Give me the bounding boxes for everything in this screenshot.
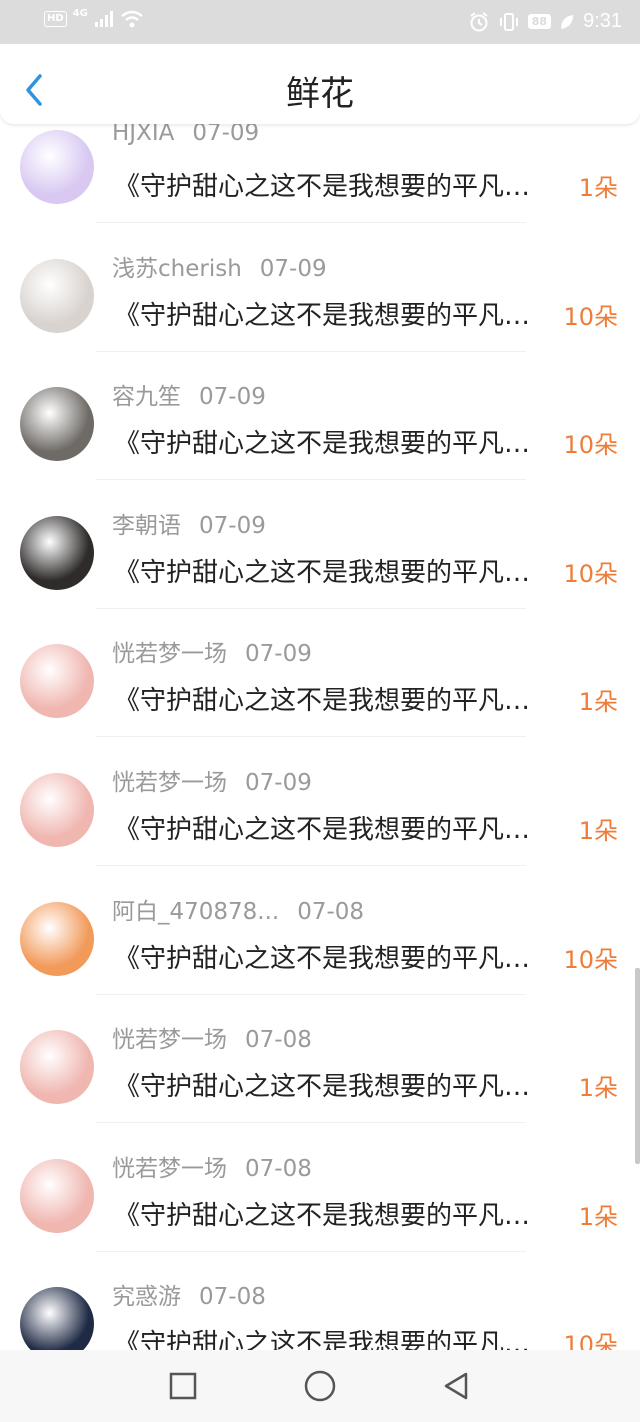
system-nav-bar — [0, 1350, 640, 1422]
vibrate-icon — [499, 12, 518, 31]
item-date: 07-08 — [297, 898, 365, 925]
circle-icon[interactable] — [302, 1368, 338, 1404]
item-date: 07-08 — [199, 1284, 266, 1311]
user-name[interactable]: HJXIA — [112, 124, 174, 146]
triangle-back-icon[interactable] — [440, 1370, 472, 1402]
leaf-icon — [561, 14, 574, 29]
book-title: 《守护甜心之这不是我想要的平凡生活》 — [114, 557, 544, 588]
network-label: 4G — [72, 7, 88, 19]
clock: 9:31 — [583, 10, 622, 32]
item-date: 07-08 — [245, 1155, 312, 1182]
list-item[interactable]: 浅苏cherish 07-09 《守护甜心之这不是我想要的平凡生活》 10朵 — [0, 223, 640, 352]
list-item[interactable]: 恍若梦一场 07-08 《守护甜心之这不是我想要的平凡生活》 1朵 — [0, 994, 640, 1124]
flower-list-inner: HJXIA 07-09 《守护甜心之这不是我想要的平凡生活》 1朵 浅苏cherish 0… — [0, 124, 640, 1350]
flower-count: 1朵 — [578, 174, 618, 202]
list-item[interactable]: 恍若梦一场 07-09 《守护甜心之这不是我想要的平凡生活》 1朵 — [0, 608, 640, 738]
item-date: 07-09 — [245, 641, 312, 668]
item-meta: 恍若梦一场 07-08 — [112, 1020, 312, 1054]
book-title: 《守护甜心之这不是我想要的平凡生活》 — [114, 429, 544, 460]
item-meta: 浅苏cherish 07-09 — [112, 249, 327, 283]
app-header: 鲜花 — [0, 44, 640, 124]
item-meta: 李朝语 07-09 — [112, 506, 266, 540]
list-item[interactable]: 究惑游 07-08 《守护甜心之这不是我想要的平凡生活》 10朵 — [0, 1251, 640, 1350]
avatar[interactable] — [20, 387, 94, 462]
scrollbar[interactable] — [635, 968, 640, 1164]
flower-count: 1朵 — [578, 816, 618, 845]
battery-level: 88 — [527, 14, 552, 29]
list-item[interactable]: 恍若梦一场 07-09 《守护甜心之这不是我想要的平凡生活》 1朵 — [0, 737, 640, 866]
item-date: 07-08 — [245, 1027, 312, 1054]
status-bar: HD 4G 88 9:31 — [0, 0, 640, 44]
book-title: 《守护甜心之这不是我想要的平凡生活》 — [114, 300, 544, 331]
page-title: 鲜花 — [286, 74, 354, 114]
book-title: 《守护甜心之这不是我想要的平凡生活》 — [114, 686, 544, 717]
flower-count: 10朵 — [563, 302, 618, 331]
user-name[interactable]: 李朝语 — [112, 513, 181, 539]
list-item[interactable]: HJXIA 07-09 《守护甜心之这不是我想要的平凡生活》 1朵 — [0, 124, 640, 223]
flower-count: 10朵 — [563, 945, 618, 974]
item-meta: 阿白_470878... 07-08 — [112, 892, 364, 926]
item-meta: 究惑游 07-08 — [112, 1277, 266, 1311]
avatar[interactable] — [20, 644, 94, 719]
flower-count: 10朵 — [563, 1331, 618, 1350]
avatar[interactable] — [20, 130, 94, 204]
avatar[interactable] — [20, 258, 94, 333]
user-name[interactable]: 恍若梦一场 — [112, 770, 227, 796]
user-name[interactable]: 容九笙 — [112, 384, 181, 410]
item-date: 07-09 — [199, 512, 266, 539]
avatar[interactable] — [20, 515, 94, 590]
flower-count: 10朵 — [563, 559, 618, 588]
user-name[interactable]: 究惑游 — [112, 1284, 181, 1310]
status-left: HD 4G — [44, 7, 144, 28]
book-title: 《守护甜心之这不是我想要的平凡生活》 — [114, 1072, 544, 1103]
avatar[interactable] — [20, 1030, 94, 1105]
signal-icon — [94, 11, 113, 27]
user-name[interactable]: 阿白_470878... — [112, 899, 279, 925]
list-item[interactable]: 容九笙 07-09 《守护甜心之这不是我想要的平凡生活》 10朵 — [0, 351, 640, 481]
user-name[interactable]: 恍若梦一场 — [112, 641, 227, 667]
item-date: 07-09 — [259, 255, 327, 282]
list-item[interactable]: 阿白_470878... 07-08 《守护甜心之这不是我想要的平凡生活》 10朵 — [0, 866, 640, 995]
alarm-icon — [470, 11, 488, 31]
flower-count: 1朵 — [578, 1074, 618, 1103]
avatar[interactable] — [20, 772, 94, 847]
list-item[interactable]: 恍若梦一场 07-08 《守护甜心之这不是我想要的平凡生活》 1朵 — [0, 1123, 640, 1252]
item-meta: 恍若梦一场 07-09 — [112, 634, 312, 668]
item-date: 07-09 — [192, 124, 260, 146]
item-meta: 恍若梦一场 07-08 — [112, 1149, 312, 1183]
flower-list: HJXIA 07-09 《守护甜心之这不是我想要的平凡生活》 1朵 浅苏cherish 0… — [0, 124, 640, 1350]
book-title: 《守护甜心之这不是我想要的平凡生活》 — [114, 1200, 544, 1231]
wifi-icon — [121, 10, 143, 28]
item-date: 07-09 — [199, 384, 266, 411]
item-meta: 恍若梦一场 07-09 — [112, 763, 312, 797]
avatar[interactable] — [20, 1158, 94, 1233]
item-meta: HJXIA 07-09 — [112, 124, 259, 146]
hd-badge: HD — [44, 11, 67, 27]
book-title: 《守护甜心之这不是我想要的平凡生活》 — [114, 814, 544, 845]
flower-count: 1朵 — [578, 1202, 618, 1231]
user-name[interactable]: 恍若梦一场 — [112, 1027, 227, 1053]
item-meta: 容九笙 07-09 — [112, 377, 266, 411]
book-title: 《守护甜心之这不是我想要的平凡生活》 — [114, 943, 544, 974]
flower-count: 10朵 — [563, 431, 618, 460]
avatar[interactable] — [20, 901, 94, 976]
book-title: 《守护甜心之这不是我想要的平凡生活》 — [114, 172, 544, 202]
status-right: 88 9:31 — [468, 10, 622, 33]
book-title: 《守护甜心之这不是我想要的平凡生活》 — [114, 1329, 544, 1350]
item-date: 07-09 — [245, 769, 312, 796]
square-icon[interactable] — [167, 1370, 199, 1402]
list-item[interactable]: 李朝语 07-09 《守护甜心之这不是我想要的平凡生活》 10朵 — [0, 480, 640, 609]
user-name[interactable]: 恍若梦一场 — [112, 1156, 227, 1182]
avatar[interactable] — [20, 1287, 94, 1350]
flower-count: 1朵 — [578, 688, 618, 717]
user-name[interactable]: 浅苏cherish — [112, 256, 242, 282]
